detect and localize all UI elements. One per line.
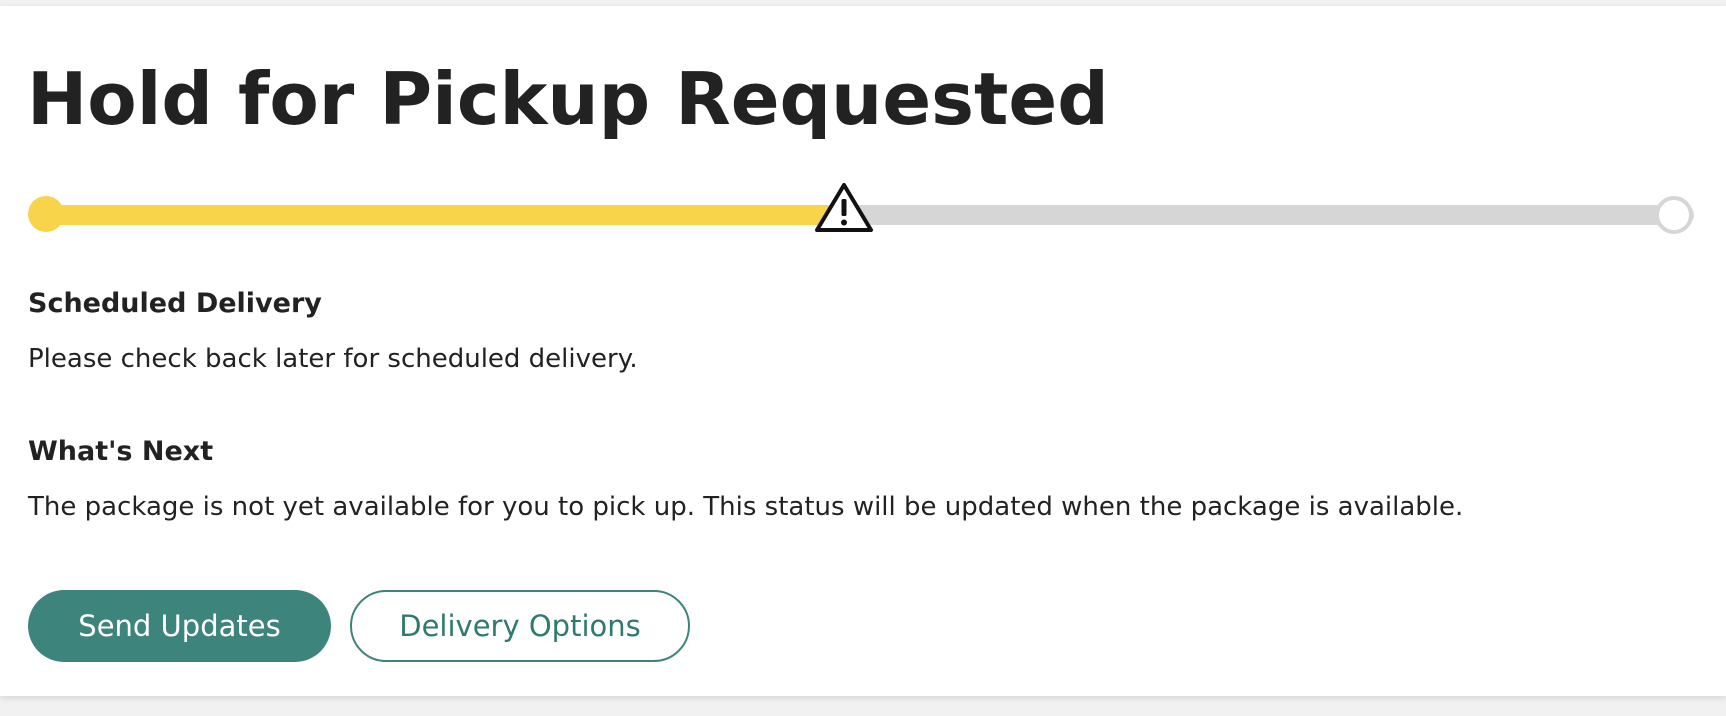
scheduled-delivery-heading: Scheduled Delivery [28,288,322,319]
scheduled-delivery-text: Please check back later for scheduled de… [28,344,638,374]
delivery-progress-bar [28,176,1694,246]
delivery-options-button[interactable]: Delivery Options [350,590,690,662]
tracking-status-card: Hold for Pickup Requested Scheduled Deli… [0,6,1726,696]
progress-fill [44,205,844,225]
progress-end-marker [1655,196,1693,234]
whats-next-text: The package is not yet available for you… [28,492,1464,522]
send-updates-button[interactable]: Send Updates [28,590,331,662]
page-title: Hold for Pickup Requested [27,57,1109,141]
whats-next-heading: What's Next [28,436,214,467]
progress-start-marker [28,196,64,232]
warning-triangle-icon [815,183,873,232]
